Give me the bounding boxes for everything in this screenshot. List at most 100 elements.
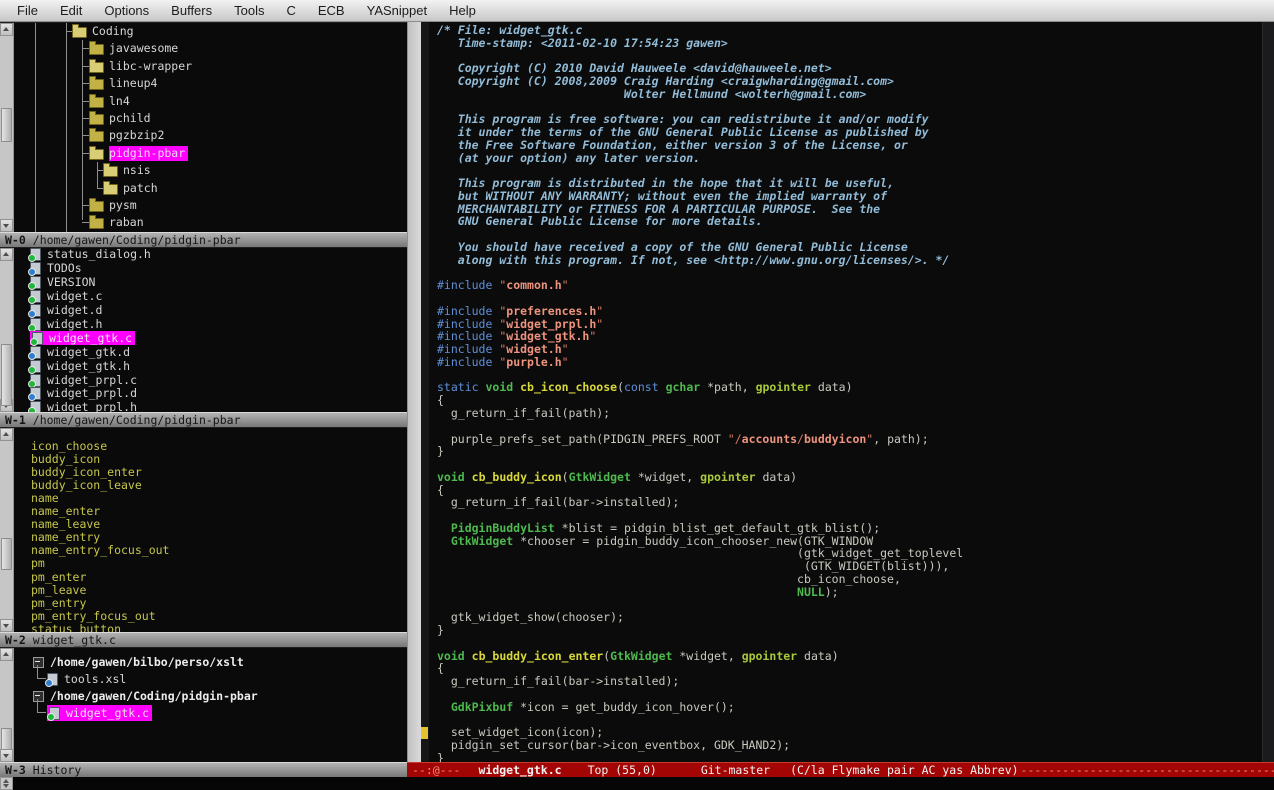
scrollbar-thumb[interactable]	[1, 108, 12, 142]
source-file-item[interactable]: widget.h	[30, 318, 105, 332]
file-icon	[32, 332, 43, 345]
method-item[interactable]: pm_entry_focus_out	[31, 610, 159, 623]
tree-item-ln4[interactable]: ln4	[89, 93, 133, 110]
menu-item-yasnippet[interactable]: YASnippet	[356, 1, 438, 20]
history-group-label: /home/gawen/bilbo/perso/xslt	[50, 655, 247, 670]
tree-item-raban[interactable]: raban	[89, 214, 147, 231]
menu-item-options[interactable]: Options	[93, 1, 160, 20]
echo-area[interactable]	[0, 777, 1274, 790]
method-item[interactable]: name	[31, 492, 62, 505]
code-line: GNU General Public License for more deta…	[437, 215, 963, 228]
file-icon	[30, 318, 41, 331]
menu-item-edit[interactable]: Edit	[49, 1, 93, 20]
source-file-item[interactable]: widget_prpl.c	[30, 373, 140, 387]
modeline-vc-branch: Git-master	[701, 763, 770, 777]
scrollbar-thumb[interactable]	[1, 344, 12, 406]
method-item[interactable]: name_enter	[31, 505, 103, 518]
scrollbar-thumb[interactable]	[1, 538, 12, 570]
scrollbar[interactable]	[0, 248, 14, 412]
method-item[interactable]: name_entry	[31, 531, 103, 544]
method-item[interactable]: icon_choose	[31, 440, 110, 453]
source-file-item[interactable]: widget.d	[30, 304, 105, 318]
history-group[interactable]: /home/gawen/Coding/pidgin-pbar	[33, 688, 261, 704]
tree-item-label: lineup4	[109, 76, 160, 91]
tree-guide-line	[82, 222, 89, 223]
modeline-minor-modes: (C/la Flymake pair AC yas Abbrev)	[790, 763, 1018, 777]
scroll-up-icon[interactable]	[0, 428, 13, 441]
method-item[interactable]: pm_entry	[31, 597, 89, 610]
method-item[interactable]: pm_leave	[31, 584, 89, 597]
menu-item-ecb[interactable]: ECB	[307, 1, 356, 20]
history-group-label: /home/gawen/Coding/pidgin-pbar	[50, 689, 261, 704]
file-icon	[30, 262, 41, 275]
menu-item-file[interactable]: File	[6, 1, 49, 20]
scrollbar[interactable]	[0, 428, 14, 632]
menu-item-help[interactable]: Help	[438, 1, 487, 20]
tree-item-libc-wrapper[interactable]: libc-wrapper	[89, 58, 195, 75]
ecb-sources-window[interactable]: status_dialog.hTODOsVERSIONwidget.cwidge…	[0, 247, 407, 412]
source-file-item[interactable]: widget_gtk.c	[30, 331, 135, 345]
tree-item-pgzbzip2[interactable]: pgzbzip2	[89, 127, 167, 144]
scrollbar[interactable]	[0, 23, 14, 232]
tree-item-label: patch	[123, 181, 161, 196]
tree-item-pidgin-pbar[interactable]: pidgin-pbar	[89, 145, 188, 162]
source-file-label: widget.c	[47, 289, 105, 304]
menu-item-c[interactable]: C	[275, 1, 306, 20]
code-buffer[interactable]: /* File: widget_gtk.c Time-stamp: <2011-…	[437, 24, 963, 762]
source-file-item[interactable]: widget_gtk.d	[30, 345, 133, 359]
method-item[interactable]: buddy_icon_leave	[31, 479, 145, 492]
scroll-down-icon[interactable]	[0, 749, 13, 762]
menu-item-buffers[interactable]: Buffers	[160, 1, 223, 20]
method-item[interactable]: pm_enter	[31, 571, 89, 584]
modeline-w3: W-3History	[0, 762, 407, 777]
ecb-history-window[interactable]: /home/gawen/bilbo/perso/xslttools.xsl/ho…	[0, 647, 407, 762]
ecb-right-scrollbar[interactable]	[407, 22, 421, 762]
source-file-item[interactable]: VERSION	[30, 276, 98, 290]
scrollbar-thumb[interactable]	[1, 728, 12, 750]
tree-guide-line	[37, 699, 46, 713]
tree-item-pchild[interactable]: pchild	[89, 110, 154, 127]
history-file-item[interactable]: widget_gtk.c	[47, 705, 152, 721]
tree-item-patch[interactable]: patch	[103, 180, 161, 197]
tree-item-label: javawesome	[109, 41, 181, 56]
method-item[interactable]: status_button	[31, 623, 124, 632]
ecb-methods-window[interactable]: icon_choosebuddy_iconbuddy_icon_enterbud…	[0, 427, 407, 632]
tree-item-Coding[interactable]: Coding	[72, 23, 137, 40]
source-file-item[interactable]: TODOs	[30, 262, 85, 276]
tree-item-javawesome[interactable]: javawesome	[89, 40, 181, 57]
source-file-item[interactable]: widget_prpl.h	[30, 401, 140, 412]
tree-guide-line	[82, 118, 89, 119]
history-file-item[interactable]: tools.xsl	[47, 671, 129, 687]
scrollbar[interactable]	[0, 648, 14, 762]
tree-item-nsis[interactable]: nsis	[103, 162, 154, 179]
scroll-down-icon[interactable]	[0, 219, 13, 232]
source-file-label: widget_prpl.c	[47, 373, 140, 388]
scroll-up-icon[interactable]	[0, 648, 13, 661]
scroll-up-icon[interactable]	[0, 23, 13, 36]
file-icon	[30, 360, 41, 373]
method-item[interactable]: buddy_icon_enter	[31, 466, 145, 479]
editor-scrollbar[interactable]	[1262, 22, 1274, 762]
file-icon	[47, 673, 58, 686]
method-item[interactable]: pm	[31, 557, 48, 570]
tree-guide-line	[66, 23, 67, 232]
method-item[interactable]: name_entry_focus_out	[31, 544, 172, 557]
tree-item-lineup4[interactable]: lineup4	[89, 75, 160, 92]
source-file-item[interactable]: status_dialog.h	[30, 248, 154, 262]
folder-icon	[89, 131, 104, 142]
file-icon	[30, 346, 41, 359]
source-file-item[interactable]: widget_gtk.h	[30, 359, 133, 373]
scroll-down-icon[interactable]	[0, 619, 13, 632]
code-line: }	[437, 445, 963, 458]
menu-item-tools[interactable]: Tools	[223, 1, 275, 20]
source-file-item[interactable]: widget_prpl.d	[30, 387, 140, 401]
main-modeline: --:@---widget_gtk.cTop (55,0)Git-master(…	[407, 762, 1274, 777]
history-group[interactable]: /home/gawen/bilbo/perso/xslt	[33, 654, 247, 670]
method-item[interactable]: name_leave	[31, 518, 103, 531]
tree-item-pysm[interactable]: pysm	[89, 197, 140, 214]
source-file-item[interactable]: widget.c	[30, 290, 105, 304]
folder-icon	[103, 166, 118, 177]
method-item[interactable]: buddy_icon	[31, 453, 103, 466]
scroll-up-icon[interactable]	[0, 248, 13, 261]
ecb-directories-window[interactable]: Codingjavawesome libc-wrapperlineup4 ln4pc…	[0, 22, 407, 232]
